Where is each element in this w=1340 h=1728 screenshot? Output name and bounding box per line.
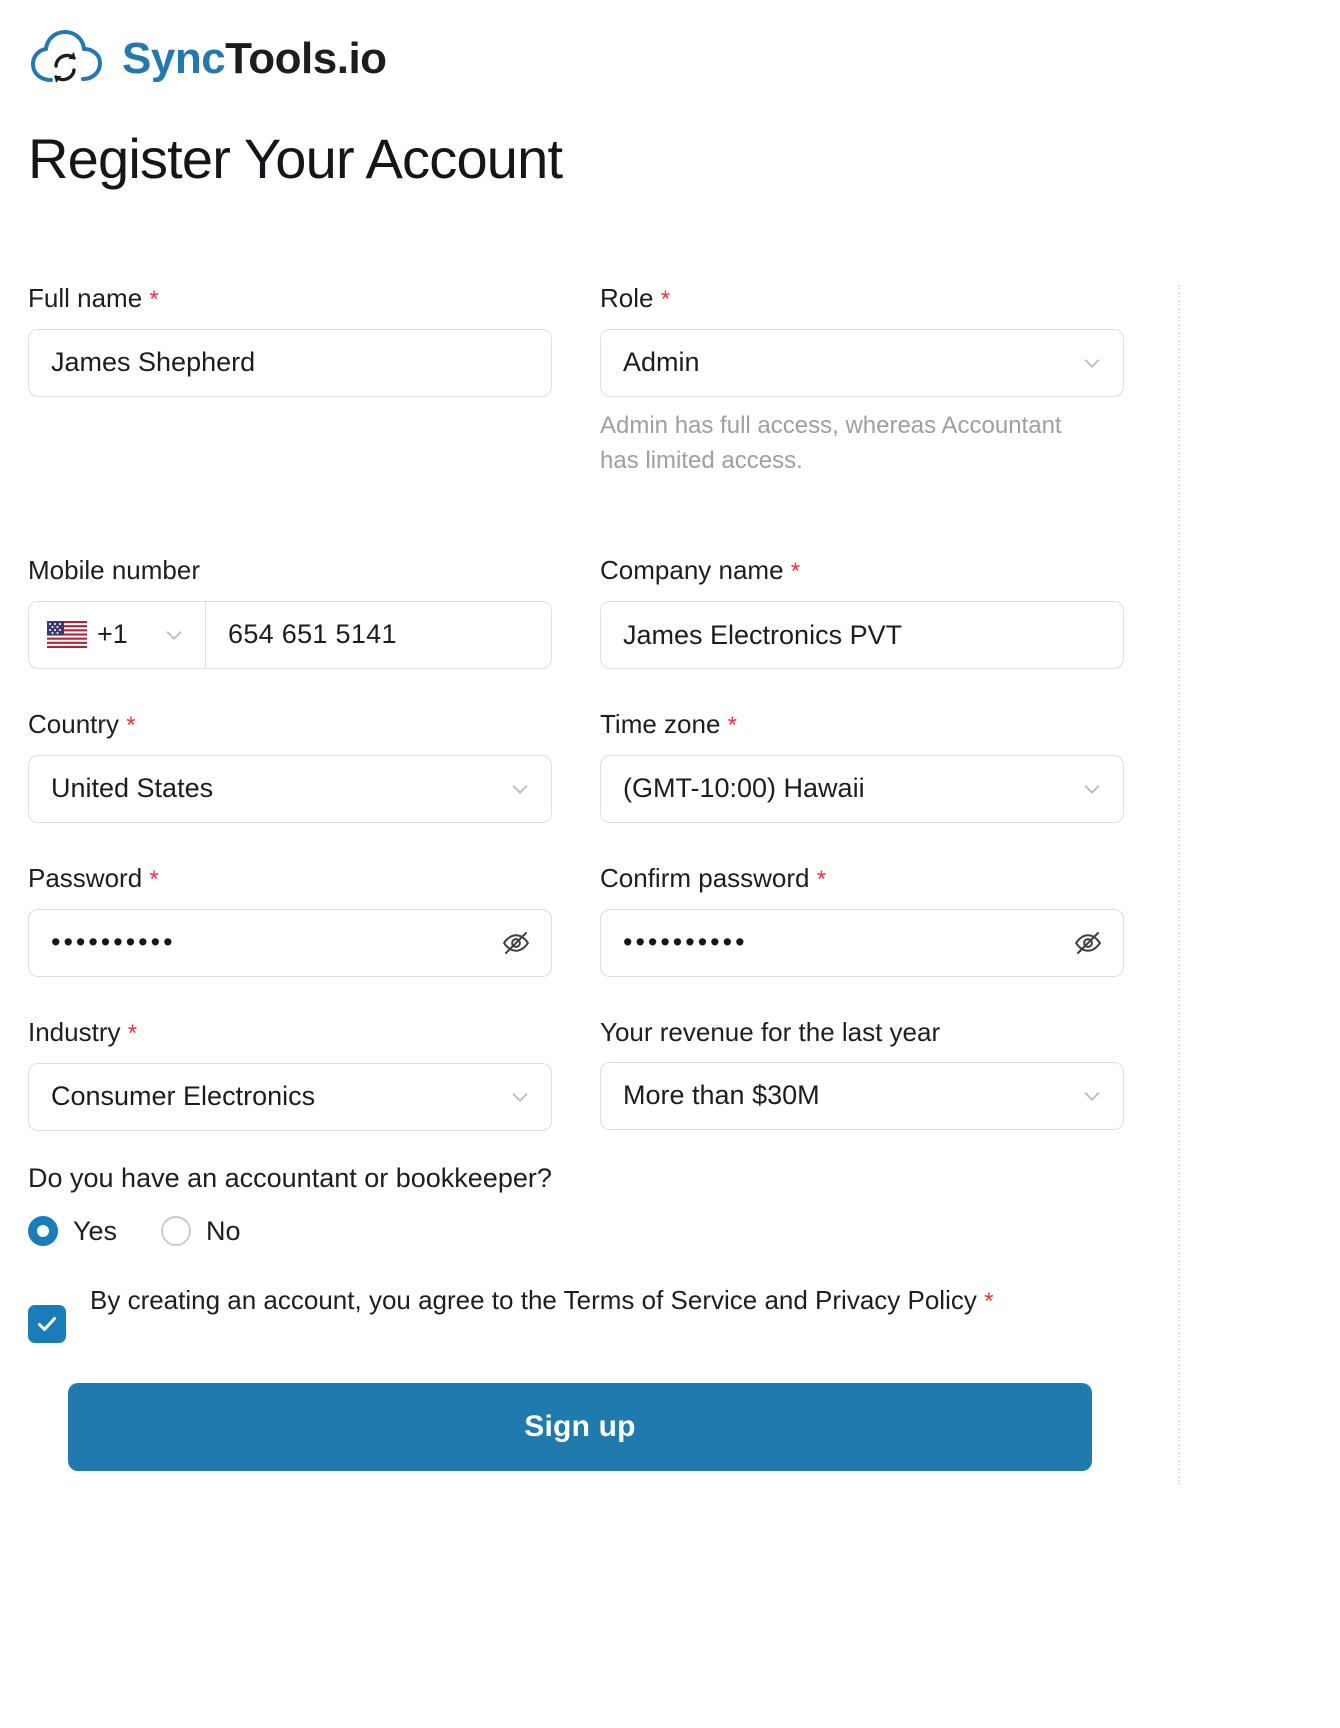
page-title: Register Your Account — [28, 127, 563, 190]
full-name-value: James Shepherd — [51, 347, 256, 378]
required-asterisk: * — [660, 286, 671, 313]
register-page: SyncTools.io Register Your Account Full … — [0, 0, 1340, 1728]
field-revenue: Your revenue for the last year More than… — [600, 1017, 1124, 1131]
form-row-country-timezone: Country * United States Time zone * (GMT… — [0, 709, 1160, 823]
full-name-label: Full name * — [28, 283, 159, 313]
brand-name: SyncTools.io — [122, 37, 387, 81]
field-role: Role * Admin Admin has full access, wher… — [600, 283, 1124, 478]
mobile-number-label: Mobile number — [28, 555, 200, 586]
terms-text-body: By creating an account, you agree to the… — [90, 1284, 977, 1315]
eye-off-icon[interactable] — [1073, 928, 1103, 958]
checkmark-icon — [38, 1316, 56, 1331]
right-dotted-divider — [1178, 285, 1180, 1485]
radio-option-no[interactable]: No — [161, 1216, 241, 1247]
industry-select[interactable]: Consumer Electronics — [28, 1062, 552, 1131]
radio-yes-indicator — [28, 1216, 58, 1247]
confirm-password-input[interactable]: •••••••••• — [600, 908, 1124, 977]
terms-text: By creating an account, you agree to the… — [90, 1279, 993, 1322]
mobile-number-input[interactable]: 654 651 5141 — [206, 602, 551, 668]
industry-label: Industry * — [28, 1016, 138, 1047]
form-row-passwords: Password * •••••••••• Confirm password *… — [0, 863, 1160, 977]
country-code-select[interactable]: +1 — [29, 601, 206, 668]
required-asterisk: * — [790, 558, 801, 586]
chevron-down-icon — [509, 778, 531, 800]
country-select[interactable]: United States — [28, 754, 552, 823]
role-hint: Admin has full access, whereas Accountan… — [600, 411, 1062, 474]
revenue-value: More than $30M — [623, 1080, 820, 1111]
company-name-value: James Electronics PVT — [623, 619, 903, 650]
confirm-password-value: •••••••••• — [623, 927, 748, 958]
mobile-number-input-group: +1 654 651 5141 — [28, 600, 552, 669]
eye-off-icon[interactable] — [501, 928, 531, 958]
chevron-down-icon — [509, 1086, 531, 1108]
password-value: •••••••••• — [51, 927, 176, 958]
radio-no-indicator — [161, 1216, 192, 1247]
country-code-value: +1 — [97, 619, 128, 650]
brand-name-tools: Tools.io — [225, 34, 387, 83]
required-asterisk: * — [984, 1287, 994, 1315]
us-flag-icon — [47, 621, 87, 649]
radio-option-yes[interactable]: Yes — [28, 1216, 117, 1247]
field-password: Password * •••••••••• — [28, 863, 552, 977]
country-label: Country * — [28, 709, 136, 740]
field-full-name: Full name * James Shepherd — [28, 283, 552, 478]
form-row-industry-revenue: Industry * Consumer Electronics Your rev… — [0, 1017, 1160, 1131]
time-zone-select[interactable]: (GMT-10:00) Hawaii — [600, 754, 1124, 823]
chevron-down-icon — [1081, 778, 1103, 800]
terms-checkbox[interactable] — [28, 1304, 66, 1343]
brand-name-sync: Sync — [122, 34, 226, 83]
field-country: Country * United States — [28, 709, 552, 823]
confirm-password-label: Confirm password * — [600, 862, 827, 893]
form-row-name-role: Full name * James Shepherd Role * Admin — [0, 283, 1160, 478]
time-zone-label: Time zone * — [600, 709, 737, 740]
company-name-input[interactable]: James Electronics PVT — [600, 601, 1124, 670]
role-select[interactable]: Admin — [600, 328, 1124, 397]
radio-yes-label: Yes — [73, 1215, 118, 1246]
required-asterisk: * — [727, 712, 737, 740]
terms-agreement-row: By creating an account, you agree to the… — [0, 1279, 1160, 1343]
time-zone-value: (GMT-10:00) Hawaii — [623, 773, 865, 804]
field-confirm-password: Confirm password * •••••••••• — [600, 863, 1124, 977]
required-asterisk: * — [149, 865, 159, 893]
role-value: Admin — [623, 347, 700, 378]
password-input[interactable]: •••••••••• — [28, 908, 552, 977]
field-industry: Industry * Consumer Electronics — [28, 1017, 552, 1131]
chevron-down-icon — [1081, 352, 1103, 374]
field-time-zone: Time zone * (GMT-10:00) Hawaii — [600, 709, 1124, 823]
password-label: Password * — [28, 862, 159, 893]
accountant-radio-group: Yes No — [28, 1216, 1132, 1247]
chevron-down-icon — [1081, 1085, 1103, 1107]
registration-form: Full name * James Shepherd Role * Admin — [0, 283, 1160, 1471]
full-name-input[interactable]: James Shepherd — [28, 328, 552, 397]
mobile-number-value: 654 651 5141 — [228, 619, 397, 650]
brand-logo: SyncTools.io — [30, 28, 387, 90]
country-value: United States — [51, 773, 214, 804]
company-name-label: Company name * — [600, 555, 801, 586]
sign-up-button[interactable]: Sign up — [68, 1382, 1092, 1471]
form-row-mobile-company: Mobile number +1 654 651 5141 Company na… — [0, 555, 1160, 670]
required-asterisk: * — [126, 712, 136, 740]
accountant-question-label: Do you have an accountant or bookkeeper? — [28, 1162, 552, 1193]
cloud-sync-icon — [30, 28, 108, 90]
accountant-question-block: Do you have an accountant or bookkeeper?… — [0, 1163, 1160, 1247]
revenue-select[interactable]: More than $30M — [600, 1061, 1124, 1130]
field-company-name: Company name * James Electronics PVT — [600, 555, 1124, 670]
required-asterisk: * — [149, 286, 159, 313]
industry-value: Consumer Electronics — [51, 1081, 316, 1112]
field-mobile-number: Mobile number +1 654 651 5141 — [28, 555, 552, 669]
required-asterisk: * — [816, 865, 827, 893]
revenue-label: Your revenue for the last year — [600, 1016, 941, 1047]
required-asterisk: * — [127, 1019, 138, 1047]
submit-row: Sign up — [0, 1382, 1160, 1471]
radio-no-label: No — [206, 1215, 241, 1246]
chevron-down-icon — [163, 624, 185, 646]
role-label: Role * — [600, 283, 671, 313]
